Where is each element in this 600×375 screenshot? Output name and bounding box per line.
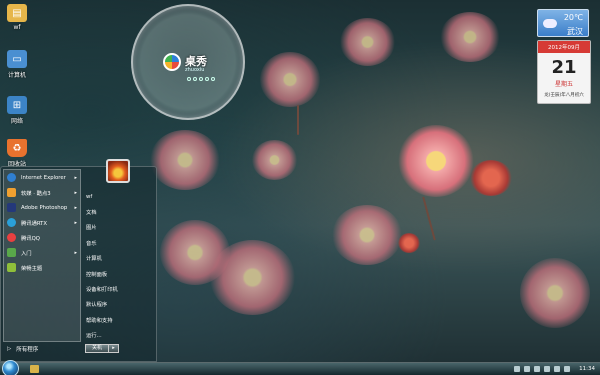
computer-icon: ▭ [7,50,27,68]
program-list: Internet Explorer ▸ 软媒 · 酷点3 ▸ Adobe Pho… [3,169,81,342]
theme-icon [7,263,16,272]
tray-qq-icon[interactable] [534,366,540,372]
user-folder-icon: ▤ [7,4,27,22]
program-item-qq[interactable]: 腾讯QQ [4,230,80,245]
program-label: Internet Explorer [21,174,66,181]
desktop-icon-label: wf [13,24,21,31]
all-programs-label: 所有程序 [16,347,39,353]
program-label: 腾讯QQ [21,235,40,242]
link-documents[interactable]: 文档 [85,204,155,219]
gadget-dots [187,77,215,81]
rtx-icon [7,218,16,227]
desktop-icon-network[interactable]: ⊞ 网络 [0,96,34,125]
weather-city: 武汉 [567,27,583,36]
tray-up-arrow-icon[interactable] [514,366,520,372]
start-menu-links: wf 文档 图片 音乐 计算机 控制面板 设备和打印机 默认程序 帮助和支持 运… [85,189,155,343]
network-icon: ⊞ [7,96,27,114]
all-programs-button[interactable]: ▷ 所有程序 [7,345,38,353]
photoshop-icon [7,203,16,212]
zhuoxiu-gadget[interactable]: 桌秀 zhuoxiu [131,4,245,120]
program-item-internet-explorer[interactable]: Internet Explorer ▸ [4,170,80,185]
program-item-kudian[interactable]: 软媒 · 酷点3 ▸ [4,185,80,200]
calendar-weekday: 星期五 [554,81,573,88]
shutdown-group: 关机 ▸ [85,344,119,353]
system-tray [514,366,570,372]
program-label: 腾讯通RTX [21,220,48,227]
link-pictures[interactable]: 图片 [85,220,155,235]
submenu-arrow-icon: ▸ [74,249,77,256]
submenu-arrow-icon: ▸ [74,204,77,211]
calendar-day: 21 [551,57,577,78]
getting-started-icon [7,248,16,257]
desktop-icon-computer[interactable]: ▭ 计算机 [0,50,34,79]
start-orb-icon[interactable] [2,360,19,375]
start-menu: Internet Explorer ▸ 软媒 · 酷点3 ▸ Adobe Pho… [0,166,157,362]
submenu-arrow-icon: ▸ [74,219,77,226]
explorer-folder-icon[interactable] [30,365,39,373]
taskbar-clock[interactable]: 11:34 [579,366,595,372]
link-user[interactable]: wf [85,189,155,204]
calendar-gadget[interactable]: 2012年09月 21 星期五 龙(壬辰)年八月初六 [537,40,591,104]
kudian-icon [7,188,16,197]
link-help-support[interactable]: 帮助和支持 [85,312,155,327]
submenu-arrow-icon: ▸ [74,189,77,196]
link-music[interactable]: 音乐 [85,235,155,250]
program-label: 荣畅主题 [21,265,43,272]
tray-volume-icon[interactable] [564,366,570,372]
program-label: 软媒 · 酷点3 [21,190,51,197]
recycle-bin-icon: ♻ [7,139,27,157]
weather-temperature: 20℃ [563,13,583,22]
zhuoxiu-logo-icon [163,53,181,71]
tray-network-icon[interactable] [524,366,530,372]
shutdown-options-button[interactable]: ▸ [109,344,119,353]
program-item-getting-started[interactable]: 入门 ▸ [4,245,80,260]
program-item-photoshop[interactable]: Adobe Photoshop ▸ [4,200,80,215]
link-run[interactable]: 运行... [85,328,155,343]
user-avatar[interactable] [106,159,130,183]
all-programs-arrow-icon: ▷ [7,346,12,352]
calendar-lunar-date: 龙(壬辰)年八月初六 [544,93,584,98]
link-default-programs[interactable]: 默认程序 [85,297,155,312]
program-item-rtx[interactable]: 腾讯通RTX ▸ [4,215,80,230]
cloud-icon [543,19,557,28]
tray-shield-icon[interactable] [544,366,550,372]
link-computer[interactable]: 计算机 [85,251,155,266]
qq-icon [7,233,16,242]
desktop-icon-label: 网络 [10,118,23,125]
program-label: Adobe Photoshop [21,204,68,211]
tray-flag-icon[interactable] [554,366,560,372]
weather-gadget[interactable]: 20℃ 武汉 [537,9,589,37]
desktop-icon-label: 计算机 [7,72,26,79]
desktop-icon-recycle-bin[interactable]: ♻ 回收站 [0,139,34,168]
link-control-panel[interactable]: 控制面板 [85,266,155,281]
link-devices-printers[interactable]: 设备和打印机 [85,281,155,296]
taskbar: 11:34 [0,360,600,375]
calendar-month: 2012年09月 [538,41,590,53]
gadget-subtitle: zhuoxiu [185,67,205,73]
program-item-theme[interactable]: 荣畅主题 [4,260,80,275]
shutdown-button[interactable]: 关机 [85,344,109,353]
submenu-arrow-icon: ▸ [74,174,77,181]
desktop-icon-wf[interactable]: ▤ wf [0,4,34,31]
internet-explorer-icon [7,173,16,182]
program-label: 入门 [21,250,32,257]
